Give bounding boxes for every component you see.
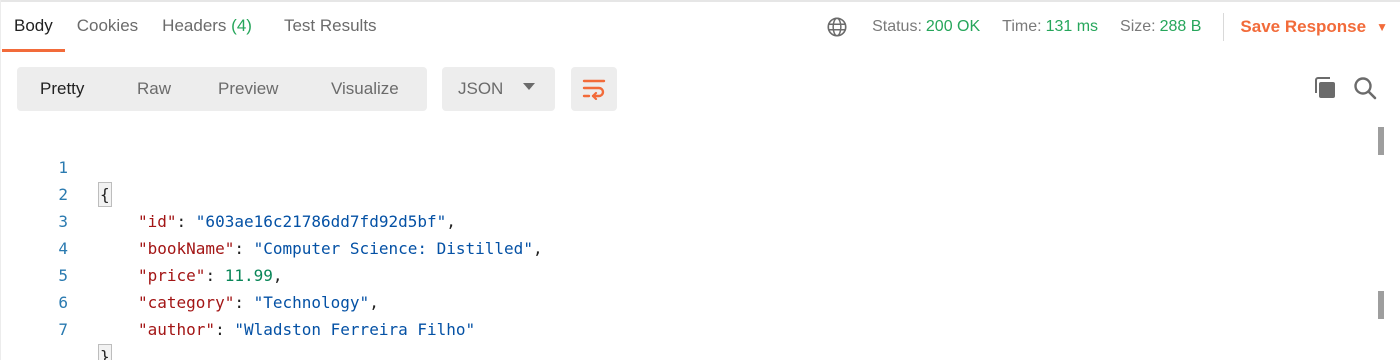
tab-cookies[interactable]: Cookies bbox=[65, 2, 150, 52]
json-colon: : bbox=[234, 293, 254, 312]
code-text: { bbox=[98, 181, 112, 208]
code-text: "price": 11.99, bbox=[138, 262, 283, 289]
copy-icon[interactable] bbox=[1313, 76, 1337, 100]
json-value: 11.99 bbox=[224, 266, 273, 285]
json-key: "author" bbox=[138, 320, 216, 339]
time-label: Time: bbox=[1002, 18, 1042, 35]
code-text: "category": "Technology", bbox=[138, 289, 379, 316]
line-number: 6 bbox=[58, 293, 68, 312]
tab-cookies-label: Cookies bbox=[76, 16, 139, 35]
time-indicator[interactable]: Time: 131 ms bbox=[1002, 18, 1098, 36]
json-value: "603ae16c21786dd7fd92d5bf" bbox=[195, 212, 447, 231]
tab-headers[interactable]: Headers (4) bbox=[150, 2, 264, 52]
code-line: 1 { bbox=[0, 127, 112, 207]
size-value: 288 B bbox=[1159, 18, 1202, 35]
vertical-scrollbar-marker[interactable] bbox=[1378, 291, 1384, 319]
json-comma: , bbox=[532, 239, 543, 258]
code-line: 3 "bookName": "Computer Science: Distill… bbox=[0, 181, 542, 258]
status-indicator[interactable]: Status: 200 OK bbox=[872, 18, 980, 36]
code-line: 6 "author": "Wladston Ferreira Filho" bbox=[0, 262, 475, 339]
tab-body-label: Body bbox=[14, 16, 53, 35]
json-key: "bookName" bbox=[138, 239, 235, 258]
code-text: } bbox=[98, 343, 112, 360]
json-value: "Computer Science: Distilled" bbox=[253, 239, 533, 258]
chevron-down-icon: ▼ bbox=[1376, 20, 1388, 34]
size-indicator[interactable]: Size: 288 B bbox=[1120, 18, 1201, 36]
code-line: 7 } bbox=[0, 289, 112, 360]
json-colon: : bbox=[215, 320, 235, 339]
headers-count-badge: (4) bbox=[231, 16, 252, 35]
line-number: 1 bbox=[58, 158, 68, 177]
json-key: "price" bbox=[138, 266, 206, 285]
vertical-scrollbar-thumb[interactable] bbox=[1378, 127, 1384, 155]
json-comma: , bbox=[446, 212, 456, 231]
json-colon: : bbox=[205, 266, 225, 285]
caret-down-icon bbox=[523, 83, 535, 90]
line-number: 2 bbox=[58, 185, 68, 204]
close-brace: } bbox=[98, 344, 112, 360]
json-comma: , bbox=[272, 266, 283, 285]
wrap-lines-button[interactable] bbox=[571, 67, 617, 111]
open-brace: { bbox=[98, 182, 112, 207]
json-value: "Wladston Ferreira Filho" bbox=[234, 320, 476, 339]
response-status-bar: Status: 200 OK Time: 131 ms Size: 288 B Sav… bbox=[826, 2, 1400, 52]
tab-test-results[interactable]: Test Results bbox=[272, 2, 389, 52]
code-line: 4 "price": 11.99, bbox=[0, 208, 282, 285]
tab-headers-label: Headers bbox=[162, 16, 227, 35]
json-key: "id" bbox=[138, 212, 177, 231]
format-select[interactable]: JSON bbox=[442, 67, 555, 111]
size-label: Size: bbox=[1120, 18, 1156, 35]
save-response-label: Save Response bbox=[1240, 17, 1367, 36]
code-line: 2 "id": "603ae16c21786dd7fd92d5bf", bbox=[0, 154, 456, 231]
view-mode-pretty[interactable]: Pretty bbox=[40, 67, 85, 111]
response-tabs: Body Cookies Headers (4) Test Results bbox=[0, 2, 389, 52]
save-response-button[interactable]: Save Response ▼ bbox=[1240, 17, 1388, 37]
line-number: 5 bbox=[58, 266, 68, 285]
time-value: 131 ms bbox=[1045, 18, 1099, 35]
format-select-value: JSON bbox=[458, 79, 504, 98]
globe-icon[interactable] bbox=[826, 16, 848, 38]
response-body-viewer[interactable]: 1 { 2 "id": "603ae16c21786dd7fd92d5bf", … bbox=[0, 127, 1380, 360]
code-text: "author": "Wladston Ferreira Filho" bbox=[138, 316, 475, 343]
json-value: "Technology" bbox=[253, 293, 370, 312]
line-number: 3 bbox=[58, 212, 68, 231]
code-text: "bookName": "Computer Science: Distilled… bbox=[138, 235, 543, 262]
view-mode-raw[interactable]: Raw bbox=[137, 67, 171, 111]
view-mode-group: Pretty Raw Preview Visualize bbox=[17, 67, 427, 111]
line-number: 7 bbox=[58, 320, 68, 339]
status-value: 200 OK bbox=[925, 18, 981, 35]
json-colon: : bbox=[176, 212, 196, 231]
line-number: 4 bbox=[58, 239, 68, 258]
wrap-lines-icon bbox=[582, 79, 606, 100]
status-label: Status: bbox=[872, 18, 922, 35]
tab-body[interactable]: Body bbox=[0, 2, 65, 52]
json-colon: : bbox=[234, 239, 254, 258]
status-divider bbox=[1223, 13, 1225, 41]
view-mode-preview[interactable]: Preview bbox=[218, 67, 278, 111]
code-line: 5 "category": "Technology", bbox=[0, 235, 378, 312]
tab-test-results-label: Test Results bbox=[283, 16, 377, 35]
json-comma: , bbox=[369, 293, 379, 312]
json-key: "category" bbox=[138, 293, 235, 312]
view-mode-visualize[interactable]: Visualize bbox=[331, 67, 399, 111]
code-text: "id": "603ae16c21786dd7fd92d5bf", bbox=[138, 208, 456, 235]
search-icon[interactable] bbox=[1352, 75, 1378, 101]
